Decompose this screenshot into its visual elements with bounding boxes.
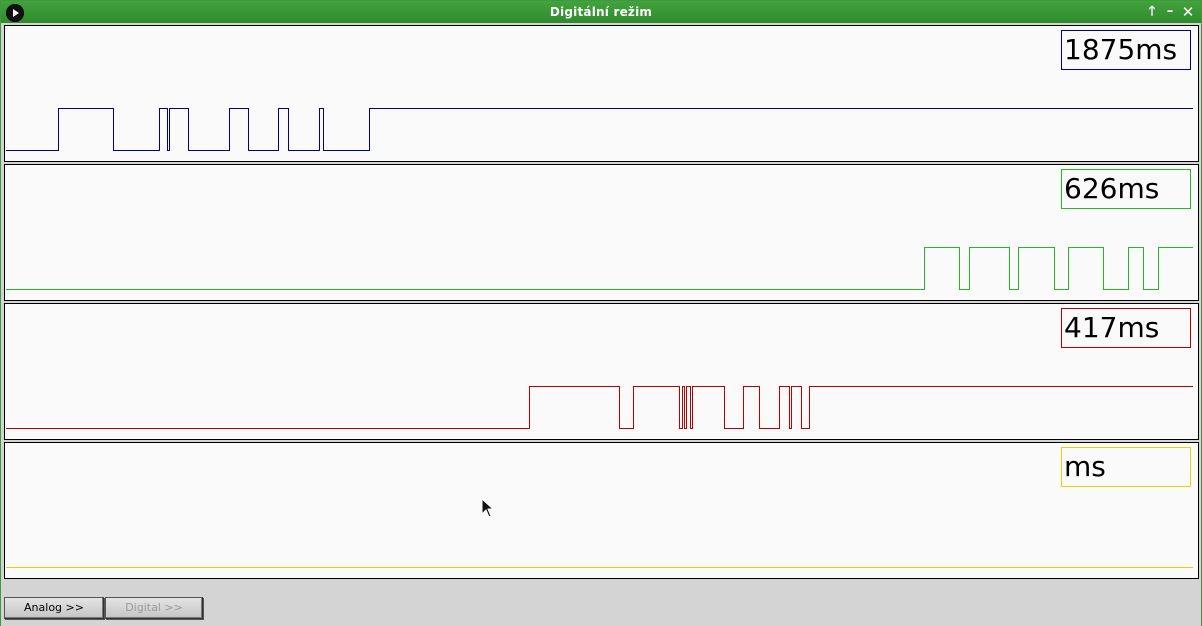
button-bar: Analog >> Digital >> [1,580,1201,626]
analog-mode-button[interactable]: Analog >> [4,597,104,619]
signal-trace [6,247,1193,290]
duration-readout-2: 626ms [1061,169,1191,209]
signal-plot-3 [6,386,1193,429]
app-window: Digitální režim 🡑 – ✕ 1875ms 626ms 417ms… [0,0,1202,626]
signal-trace [6,108,1193,151]
window-title: Digitální režim [549,5,653,19]
arrow-up-icon[interactable]: 🡑 [1144,3,1160,21]
duration-readout-1: 1875ms [1061,30,1191,70]
digital-mode-button[interactable]: Digital >> [105,597,203,619]
minimize-icon[interactable]: – [1162,3,1178,21]
signal-trace [6,386,1193,429]
duration-readout-3: 417ms [1061,308,1191,348]
signal-plot-1 [6,108,1193,151]
channel-panel-1: 1875ms [4,25,1199,162]
signal-plot-4 [6,567,1193,568]
mouse-pointer-icon [481,498,495,518]
titlebar[interactable]: Digitální režim 🡑 – ✕ [1,1,1201,23]
close-icon[interactable]: ✕ [1180,3,1196,21]
channel-panel-3: 417ms [4,303,1199,440]
signal-plot-2 [6,247,1193,290]
duration-readout-4: ms [1061,447,1191,487]
channel-panel-2: 626ms [4,164,1199,301]
channel-panel-4: ms [4,442,1199,579]
